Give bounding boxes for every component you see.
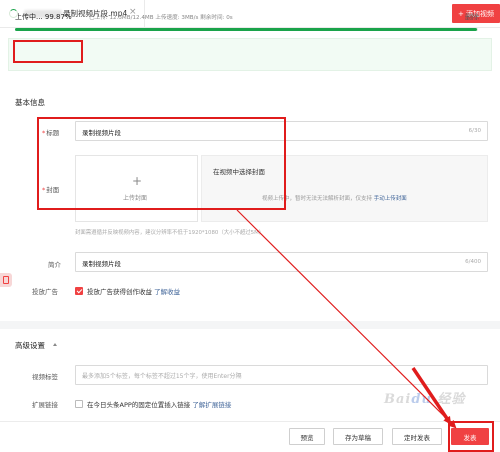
intro-input[interactable]: 录制视频片段 6/400: [75, 252, 488, 272]
section-divider: [0, 321, 500, 329]
intro-char-count: 6/400: [465, 259, 481, 265]
intro-label: 简介: [48, 261, 61, 269]
annotation-box-title-cover: [37, 117, 286, 210]
feedback-icon: [3, 276, 9, 284]
tags-placeholder: 最多添加5个标签，每个标签不超过15个字，使用Enter分隔: [82, 373, 242, 380]
ext-link-label: 扩展链接: [32, 401, 58, 409]
learn-revenue-link[interactable]: 了解收益: [154, 288, 180, 296]
delete-button[interactable]: 删除: [465, 12, 479, 22]
ads-label: 投放广告: [32, 288, 58, 296]
ads-checkbox[interactable]: [75, 287, 83, 295]
save-draft-button[interactable]: 存为草稿: [333, 428, 383, 445]
side-feedback-tab[interactable]: [0, 273, 12, 287]
tags-label: 视频标签: [32, 373, 58, 381]
tags-input[interactable]: 最多添加5个标签，每个标签不超过15个字，使用Enter分隔: [75, 365, 488, 385]
annotation-box-publish: [448, 421, 494, 452]
title-char-count: 6/30: [468, 128, 481, 134]
schedule-publish-button[interactable]: 定时发表: [392, 428, 442, 445]
manual-upload-cover-link[interactable]: 手动上传封面: [374, 196, 407, 202]
progress-bar-fill: [15, 28, 478, 31]
annotation-box-progress: [13, 40, 83, 63]
watermark-logo: Baidu 经验: [384, 392, 466, 407]
progress-bar: [15, 28, 478, 31]
section-title-advanced[interactable]: 高级设置: [15, 340, 45, 351]
section-title-basic: 基本信息: [15, 98, 45, 107]
ext-link-checkbox[interactable]: [75, 400, 83, 408]
chevron-up-icon[interactable]: [53, 343, 57, 346]
preview-button[interactable]: 预览: [289, 428, 325, 445]
ads-checkbox-label: 投放广告获得创作收益 了解收益: [87, 288, 181, 296]
tab-bar: 录制视频片段.mp4 × + 添加视频: [0, 0, 500, 28]
upload-status: 上传中... 99.87%: [15, 13, 72, 21]
intro-input-value: 录制视频片段: [82, 260, 121, 268]
ext-link-checkbox-label: 在今日头条APP的固定位置插入链接 了解扩展链接: [87, 401, 232, 409]
learn-ext-link[interactable]: 了解扩展链接: [192, 401, 231, 409]
upload-stats: 已上传: 12.3MB/12.4MB 上传速度: 3MB/s 剩余时间: 0s: [89, 15, 233, 21]
cover-tip: 封面需遵循并反映视频内容，建议分辨率不低于1920*1080（大小不超过5M）: [75, 230, 265, 236]
